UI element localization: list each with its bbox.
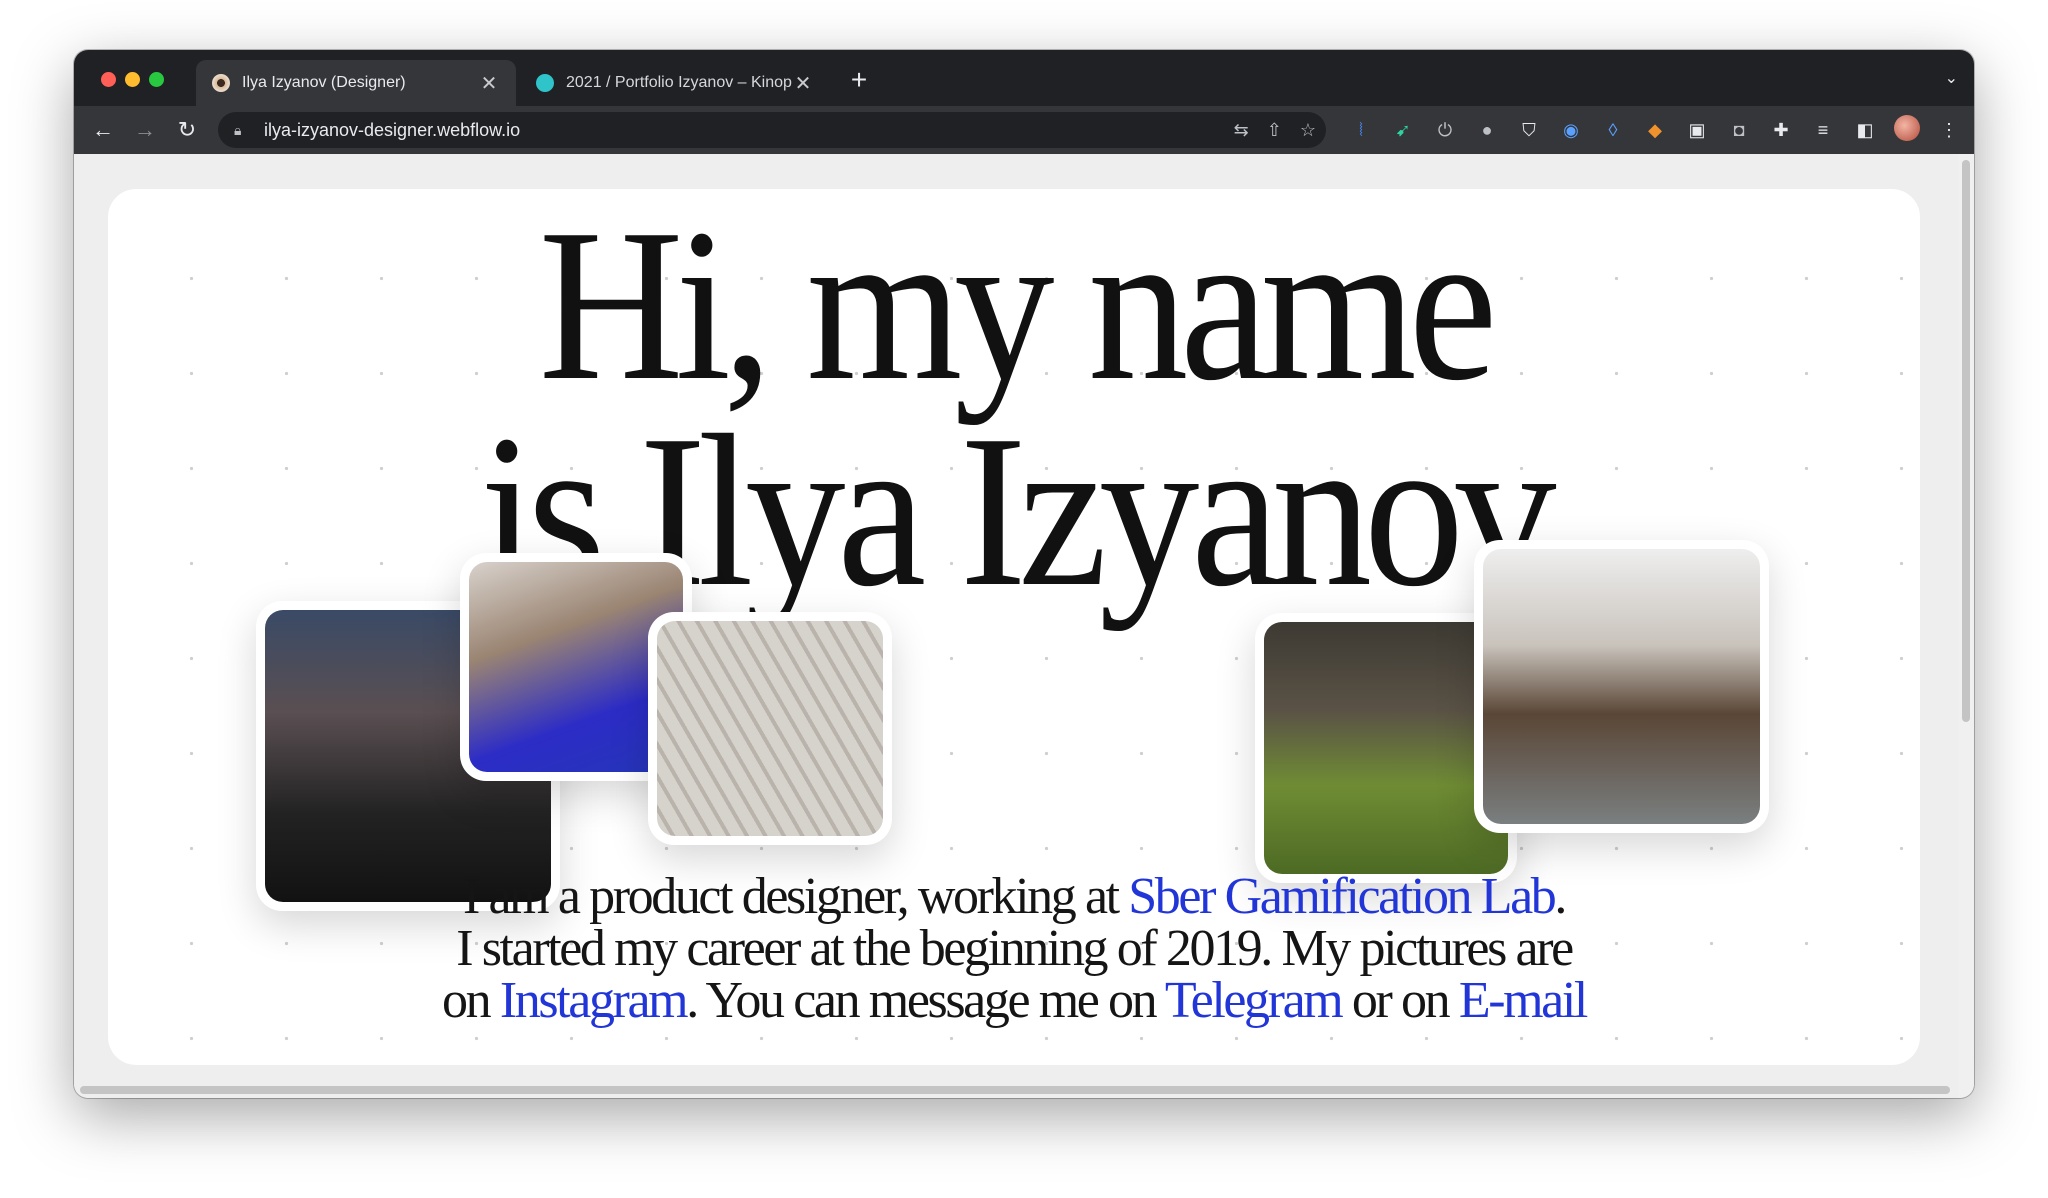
minimize-window-button[interactable] — [125, 72, 140, 87]
extension-bird-icon[interactable]: ➹ — [1382, 120, 1424, 141]
tab-title: 2021 / Portfolio Izyanov – Kinopoisk — [566, 74, 792, 91]
address-bar[interactable]: 🔒︎ ilya-izyanov-designer.webflow.io ⇆ ⇧ … — [218, 112, 1326, 148]
scrollbar-thumb[interactable] — [1962, 160, 1970, 722]
extensions-puzzle-icon[interactable]: ✚ — [1760, 120, 1802, 141]
sber-gamification-lab-link[interactable]: Sber Gamification Lab — [1128, 868, 1557, 925]
side-panel-icon[interactable]: ◧ — [1844, 120, 1886, 141]
photo-hand-heart — [648, 612, 892, 845]
browser-toolbar: ← → ↻ 🔒︎ ilya-izyanov-designer.webflow.i… — [74, 106, 1974, 154]
browser-window: Ilya Izyanov (Designer) ✕ 2021 / Portfol… — [74, 50, 1974, 1098]
bookmark-star-icon[interactable]: ☆ — [1300, 120, 1316, 141]
page-viewport: Hi, my name is Ilya Izyanov I am a produ… — [74, 154, 1958, 1098]
bio-line-2: I started my career at the beginning of … — [456, 920, 1574, 977]
tab-search-chevron-icon[interactable]: ⌄ — [1945, 68, 1958, 88]
horizontal-scrollbar[interactable] — [80, 1086, 1950, 1094]
forward-button[interactable]: → — [130, 115, 160, 145]
reload-button[interactable]: ↻ — [172, 115, 202, 145]
headline-line-1: Hi, my name — [538, 189, 1498, 426]
telegram-link[interactable]: Telegram — [1165, 972, 1344, 1029]
close-tab-icon[interactable]: ✕ — [792, 71, 814, 96]
media-queue-icon[interactable]: ≡ — [1802, 120, 1844, 141]
zoom-window-button[interactable] — [149, 72, 164, 87]
translate-icon[interactable]: ⇆ — [1234, 120, 1249, 141]
vertical-scrollbar[interactable] — [1958, 154, 1974, 1098]
browser-menu-icon[interactable]: ⋮ — [1928, 120, 1970, 141]
tab-portfolio-kinopoisk[interactable]: 2021 / Portfolio Izyanov – Kinopoisk ✕ — [520, 60, 830, 106]
extension-circle-icon[interactable]: ● — [1466, 120, 1508, 141]
extensions-bar: ⦚ ➹ ⏻ ● ⛉ ◉ ◊ ◆ ▣ ◘ ✚ ≡ ◧ ⋮ — [1340, 114, 1970, 146]
email-link[interactable]: E-mail — [1459, 972, 1589, 1029]
close-window-button[interactable] — [101, 72, 116, 87]
extension-globe-icon[interactable]: ◉ — [1550, 120, 1592, 141]
bio-line-1: I am a product designer, working at Sber… — [462, 868, 1567, 925]
share-icon[interactable]: ⇧ — [1267, 120, 1282, 141]
eye-icon — [212, 74, 230, 92]
photo-mirror-selfie — [1474, 540, 1769, 833]
instagram-link[interactable]: Instagram — [500, 972, 689, 1029]
new-tab-button[interactable]: + — [842, 63, 876, 97]
bio-line-3: on Instagram. You can message me on Tele… — [442, 972, 1589, 1029]
tab-title: Ilya Izyanov (Designer) — [242, 74, 406, 91]
bio-text: I am a product designer, working at Sber… — [308, 871, 1720, 1027]
cloud-icon — [536, 74, 554, 92]
extension-fox-icon[interactable]: ◆ — [1634, 120, 1676, 141]
url-text[interactable]: ilya-izyanov-designer.webflow.io — [264, 120, 520, 141]
extension-camera-icon[interactable]: ◘ — [1718, 120, 1760, 141]
extension-shield-icon[interactable]: ⛉ — [1508, 120, 1550, 141]
tab-ilya-izyanov[interactable]: Ilya Izyanov (Designer) ✕ — [196, 60, 516, 106]
profile-avatar-icon[interactable] — [1886, 114, 1928, 146]
extension-power-icon[interactable]: ⏻ — [1424, 120, 1466, 141]
extension-wave-icon[interactable]: ⦚ — [1340, 120, 1382, 141]
lock-icon: 🔒︎ — [234, 121, 242, 138]
close-tab-icon[interactable]: ✕ — [478, 71, 500, 96]
back-button[interactable]: ← — [88, 115, 118, 145]
hero-card: Hi, my name is Ilya Izyanov I am a produ… — [108, 189, 1920, 1065]
tab-bar: Ilya Izyanov (Designer) ✕ 2021 / Portfol… — [74, 50, 1974, 106]
extension-window-icon[interactable]: ▣ — [1676, 120, 1718, 141]
omnibox-actions: ⇆ ⇧ ☆ — [1234, 112, 1316, 148]
extension-drop-icon[interactable]: ◊ — [1592, 120, 1634, 141]
